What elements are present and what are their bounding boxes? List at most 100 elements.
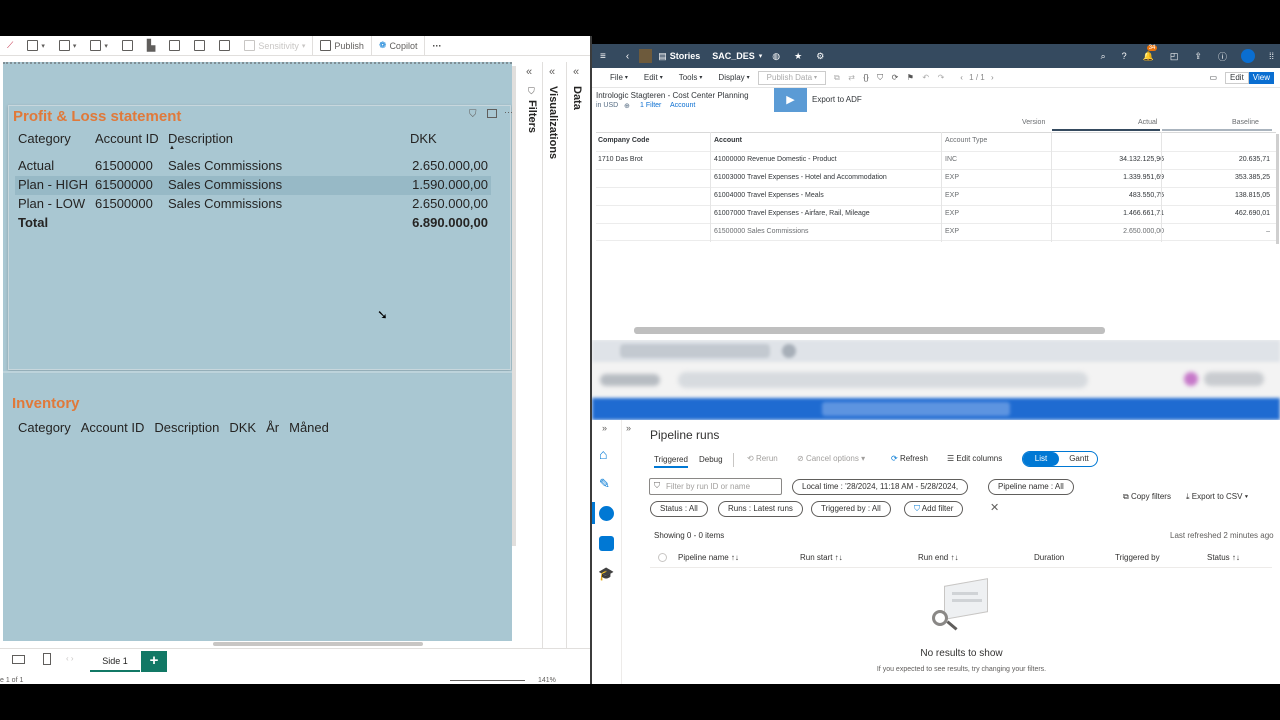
- collapse-data-icon[interactable]: «: [573, 66, 579, 78]
- transform-button[interactable]: ▾: [83, 36, 115, 56]
- vertical-scrollbar[interactable]: [512, 66, 516, 546]
- chart-icon[interactable]: ⇄: [848, 73, 855, 82]
- col-header-dkk[interactable]: DKK: [410, 131, 437, 146]
- monitor-icon[interactable]: [599, 506, 614, 521]
- export-csv-button[interactable]: ⤓ Export to CSV ▾: [1186, 492, 1248, 502]
- new-tab-icon[interactable]: [782, 344, 796, 358]
- horizontal-scrollbar[interactable]: [213, 642, 423, 646]
- code-icon[interactable]: {}: [863, 73, 868, 82]
- inv-header-account-id[interactable]: Account ID: [81, 420, 145, 435]
- avatar[interactable]: [1240, 49, 1255, 63]
- browser-tab[interactable]: [620, 344, 770, 358]
- profile-avatar[interactable]: [1184, 372, 1198, 386]
- collapse-visualizations-icon[interactable]: «: [549, 66, 555, 78]
- export-button[interactable]: [115, 36, 140, 56]
- inv-header-year[interactable]: År: [266, 420, 279, 435]
- sensitivity-button[interactable]: Sensitivity ▾: [237, 36, 312, 56]
- triggered-by-filter[interactable]: Triggered by : All: [811, 501, 891, 517]
- filter-search-input[interactable]: ⛉ Filter by run ID or name: [649, 478, 782, 495]
- info-icon[interactable]: ⓘ: [1218, 50, 1227, 63]
- back-icon[interactable]: ‹: [626, 51, 629, 62]
- publish-data-button[interactable]: Publish Data ▾: [757, 70, 827, 85]
- status-filter[interactable]: Status : All: [650, 501, 708, 517]
- inv-header-dkk[interactable]: DKK: [229, 420, 256, 435]
- bookmark-icon[interactable]: ⚑: [907, 73, 914, 82]
- pager[interactable]: ‹ 1 / 1 ›: [952, 73, 1001, 82]
- browser-update-button[interactable]: [1204, 372, 1264, 386]
- stories-label[interactable]: Stories: [670, 51, 701, 61]
- refresh-button[interactable]: ⟳ Refresh: [891, 454, 928, 463]
- tools-menu[interactable]: Tools ▾: [671, 73, 711, 82]
- tab-triggered[interactable]: Triggered: [654, 455, 688, 468]
- list-toggle[interactable]: List: [1023, 452, 1059, 466]
- filter-chip[interactable]: 1 Filter: [640, 102, 661, 109]
- col-run-start[interactable]: Run start ↑↓: [800, 553, 843, 562]
- redo-icon[interactable]: ↷: [938, 73, 945, 82]
- cancel-options-button[interactable]: ⊘ Cancel options ▾: [797, 454, 865, 463]
- app-grid-icon[interactable]: ⁞⁞: [1269, 51, 1274, 61]
- help-icon[interactable]: ?: [1122, 51, 1127, 61]
- table-row[interactable]: 61007000 Travel Expenses - Airfare, Rail…: [596, 205, 1276, 223]
- col-header-category[interactable]: Category: [18, 131, 71, 146]
- edit-columns-button[interactable]: ☰ Edit columns: [947, 454, 1002, 463]
- quick-measure-button[interactable]: [212, 36, 237, 56]
- copy-icon[interactable]: ⧉: [834, 73, 840, 83]
- view-toggle[interactable]: List Gantt: [1022, 451, 1098, 467]
- table-row[interactable]: 61004000 Travel Expenses - Meals EXP 483…: [596, 187, 1276, 205]
- collapse-pane-icon[interactable]: »: [626, 423, 631, 433]
- local-time-filter[interactable]: Local time : '28/2024, 11:18 AM - 5/28/2…: [792, 479, 969, 495]
- edit-mode-button[interactable]: Edit: [1225, 71, 1249, 84]
- clear-filters-icon[interactable]: ✕: [990, 501, 999, 514]
- refresh-icon[interactable]: ⟳: [892, 73, 899, 82]
- address-bar[interactable]: [678, 372, 1088, 388]
- azure-search-box[interactable]: [822, 402, 1010, 416]
- home-icon[interactable]: ⌂: [599, 446, 607, 462]
- manage-toolbox-icon[interactable]: [599, 536, 614, 551]
- col-run-end[interactable]: Run end ↑↓: [918, 553, 958, 562]
- table-row[interactable]: 61003000 Travel Expenses - Hotel and Acc…: [596, 169, 1276, 187]
- notifications-icon[interactable]: 🔔 34: [1143, 44, 1158, 62]
- page-tab-side-1[interactable]: Side 1: [90, 651, 140, 672]
- visualizations-pane-label[interactable]: Visualizations: [547, 86, 559, 159]
- display-menu[interactable]: Display ▾: [710, 73, 757, 82]
- view-mode-button[interactable]: View: [1248, 71, 1274, 84]
- export-play-button[interactable]: ▶: [774, 88, 807, 112]
- collapse-filters-icon[interactable]: «: [526, 66, 532, 78]
- calculator-button[interactable]: [187, 36, 212, 56]
- file-name[interactable]: SAC_DES: [712, 51, 755, 61]
- device-preview-icon[interactable]: ▭: [1201, 73, 1225, 82]
- page-nav-prev-icon[interactable]: ‹ ›: [66, 654, 74, 663]
- pin-icon[interactable]: ⊕: [624, 102, 630, 110]
- table-row[interactable]: 1710 Das Brot 41000000 Revenue Domestic …: [596, 151, 1276, 169]
- chevron-down-icon[interactable]: ▾: [759, 52, 763, 60]
- data-pane-label[interactable]: Data: [571, 86, 583, 110]
- focus-mode-icon[interactable]: [487, 109, 497, 118]
- inv-header-month[interactable]: Måned: [289, 420, 329, 435]
- total-row[interactable]: Total 6.890.000,00: [15, 214, 491, 233]
- mobile-view-icon[interactable]: [43, 653, 51, 665]
- add-filter-button[interactable]: ⛉ Add filter: [904, 501, 964, 517]
- visual-button[interactable]: ▙: [140, 36, 162, 56]
- runs-filter[interactable]: Runs : Latest runs: [718, 501, 803, 517]
- pipeline-name-filter[interactable]: Pipeline name : All: [988, 479, 1074, 495]
- col-duration[interactable]: Duration: [1034, 553, 1064, 562]
- star-icon[interactable]: ★: [794, 51, 802, 62]
- copilot-button[interactable]: ❁ Copilot: [370, 36, 425, 56]
- settings-icon[interactable]: ⚙: [816, 51, 824, 62]
- format-painter-button[interactable]: ⟋: [0, 36, 20, 56]
- copy-filters-button[interactable]: ⧉ Copy filters: [1123, 492, 1171, 502]
- report-view-icon[interactable]: [12, 655, 25, 664]
- table-row[interactable]: Plan - HIGH 61500000 Sales Commissions 1…: [15, 176, 491, 195]
- sac-vertical-scrollbar[interactable]: [1276, 134, 1279, 244]
- add-page-button[interactable]: +: [141, 651, 167, 672]
- inv-header-description[interactable]: Description: [154, 420, 219, 435]
- gantt-toggle[interactable]: Gantt: [1061, 452, 1097, 466]
- col-status[interactable]: Status ↑↓: [1207, 553, 1240, 562]
- col-header-account-id[interactable]: Account ID: [95, 131, 159, 146]
- account-chip[interactable]: Account: [670, 102, 695, 109]
- export-to-adf-label[interactable]: Export to ADF: [812, 95, 862, 104]
- tab-debug[interactable]: Debug: [699, 455, 723, 464]
- learning-center-icon[interactable]: 🎓: [598, 566, 614, 582]
- nav-buttons[interactable]: [600, 374, 660, 386]
- table-row[interactable]: Plan - LOW 61500000 Sales Commissions 2.…: [15, 195, 491, 214]
